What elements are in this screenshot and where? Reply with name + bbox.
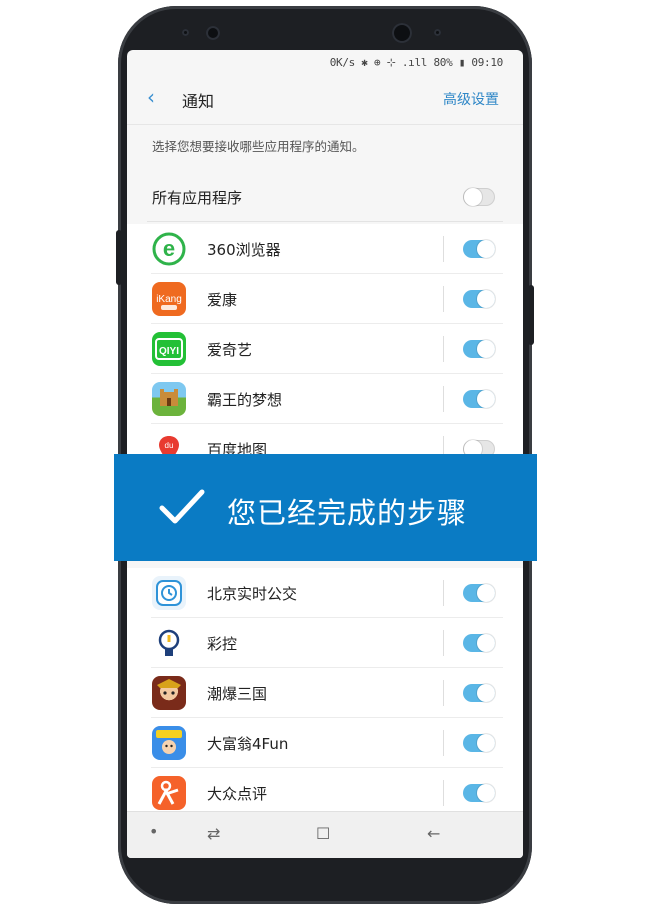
app-toggle[interactable] bbox=[463, 634, 495, 652]
app-name: 360浏览器 bbox=[207, 241, 281, 259]
iris-scanner-icon bbox=[392, 23, 412, 43]
app-name: 爱康 bbox=[207, 291, 238, 309]
app-toggle[interactable] bbox=[463, 340, 495, 358]
app-icon-text: du bbox=[165, 441, 174, 450]
bus-clock-icon bbox=[152, 576, 186, 610]
app-toggle[interactable] bbox=[463, 584, 495, 602]
toggle-knob bbox=[477, 634, 495, 652]
toggle-knob bbox=[477, 584, 495, 602]
status-bar: 0K/s ✱ ⊕ ⊹ .ıll 80% ▮ 09:10 bbox=[127, 50, 523, 74]
toggle-knob bbox=[477, 240, 495, 258]
nav-dot-icon[interactable]: • bbox=[149, 822, 158, 841]
app-name: 北京实时公交 bbox=[207, 585, 298, 603]
banner-text: 您已经完成的步骤 bbox=[227, 496, 468, 530]
front-sensors bbox=[170, 20, 470, 46]
toggle-knob bbox=[477, 684, 495, 702]
app-bar: ‹ 通知 高级设置 bbox=[127, 74, 523, 125]
recents-icon[interactable]: ⇄ bbox=[207, 824, 220, 843]
app-toggle[interactable] bbox=[463, 290, 495, 308]
app-name: 潮爆三国 bbox=[207, 685, 268, 703]
all-apps-toggle[interactable] bbox=[463, 188, 495, 206]
warrior-game-icon bbox=[152, 676, 186, 710]
toggle-knob bbox=[477, 390, 495, 408]
divider bbox=[443, 580, 444, 606]
app-row[interactable]: 大富翁4Fun bbox=[127, 718, 523, 768]
divider bbox=[443, 780, 444, 806]
app-name: 霸王的梦想 bbox=[207, 391, 283, 409]
app-row[interactable]: e 360浏览器 bbox=[127, 224, 523, 274]
divider bbox=[443, 286, 444, 312]
description-text: 选择您想要接收哪些应用程序的通知。 bbox=[152, 139, 365, 154]
checkmark-icon bbox=[159, 489, 205, 524]
back-arrow-icon[interactable]: ‹ bbox=[147, 87, 167, 107]
divider bbox=[443, 680, 444, 706]
toggle-knob bbox=[477, 734, 495, 752]
app-row[interactable]: 潮爆三国 bbox=[127, 668, 523, 718]
status-bar-text: 0K/s ✱ ⊕ ⊹ .ıll 80% ▮ 09:10 bbox=[329, 56, 504, 69]
app-icon-text: iKang bbox=[156, 294, 182, 305]
app-row[interactable]: 霸王的梦想 bbox=[127, 374, 523, 424]
app-row[interactable]: QIYI 爱奇艺 bbox=[127, 324, 523, 374]
360-browser-icon: e bbox=[152, 232, 186, 266]
toggle-knob bbox=[477, 784, 495, 802]
power-button bbox=[528, 285, 534, 345]
sensor-icon bbox=[182, 29, 189, 36]
divider bbox=[443, 236, 444, 262]
volume-button bbox=[116, 230, 122, 285]
app-toggle[interactable] bbox=[463, 784, 495, 802]
all-apps-row[interactable]: 所有应用程序 bbox=[127, 172, 523, 222]
toggle-knob bbox=[477, 340, 495, 358]
app-icon-text: QIYI bbox=[159, 346, 179, 357]
back-icon[interactable]: ← bbox=[427, 824, 440, 843]
completed-steps-banner: 您已经完成的步骤 bbox=[114, 454, 537, 561]
ikang-icon: iKang bbox=[152, 282, 186, 316]
navigation-bar: • ⇄ ☐ ← bbox=[127, 811, 523, 858]
divider bbox=[147, 221, 503, 222]
app-toggle[interactable] bbox=[463, 240, 495, 258]
app-name: 爱奇艺 bbox=[207, 341, 253, 359]
toggle-knob bbox=[477, 290, 495, 308]
divider bbox=[443, 336, 444, 362]
app-name: 大富翁4Fun bbox=[207, 735, 289, 753]
app-row[interactable]: 北京实时公交 bbox=[127, 568, 523, 618]
divider bbox=[443, 386, 444, 412]
divider bbox=[443, 630, 444, 656]
front-camera-icon bbox=[206, 26, 220, 40]
app-toggle[interactable] bbox=[463, 684, 495, 702]
game-castle-icon bbox=[152, 382, 186, 416]
app-toggle[interactable] bbox=[463, 734, 495, 752]
advanced-settings-link[interactable]: 高级设置 bbox=[443, 89, 499, 109]
app-name: 大众点评 bbox=[207, 785, 268, 803]
app-toggle[interactable] bbox=[463, 390, 495, 408]
page-title: 通知 bbox=[182, 92, 215, 111]
app-row[interactable]: iKang 爱康 bbox=[127, 274, 523, 324]
board-game-icon bbox=[152, 726, 186, 760]
toggle-knob bbox=[464, 188, 482, 206]
proximity-sensor-icon bbox=[434, 29, 441, 36]
dianping-icon bbox=[152, 776, 186, 810]
iqiyi-icon: QIYI bbox=[152, 332, 186, 366]
all-apps-label: 所有应用程序 bbox=[152, 189, 243, 207]
app-row[interactable]: 彩控 bbox=[127, 618, 523, 668]
app-icon-text: e bbox=[163, 236, 175, 261]
divider bbox=[443, 730, 444, 756]
lightbulb-hand-icon bbox=[152, 626, 186, 660]
app-name: 彩控 bbox=[207, 635, 238, 653]
home-icon[interactable]: ☐ bbox=[316, 824, 330, 843]
